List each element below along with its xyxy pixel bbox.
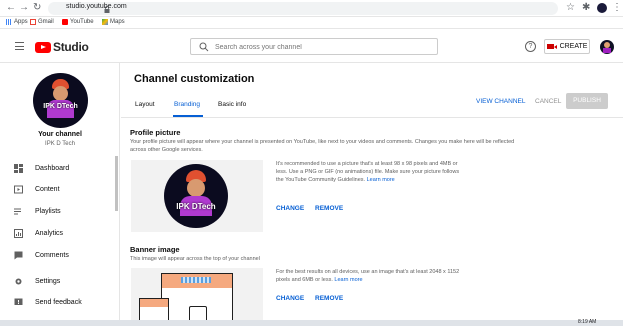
extension-icon[interactable]: ✱ bbox=[582, 2, 590, 13]
analytics-icon bbox=[14, 228, 23, 238]
apps-icon bbox=[6, 19, 12, 25]
address-bar[interactable]: studio.youtube.com bbox=[48, 2, 558, 15]
menu-dots-icon[interactable]: ⋮ bbox=[612, 2, 622, 13]
banner-image-title: Banner image bbox=[130, 245, 180, 254]
url-text: studio.youtube.com bbox=[66, 3, 127, 10]
tab-branding[interactable]: Branding bbox=[174, 101, 200, 108]
tabs-divider bbox=[121, 117, 623, 118]
banner-learn-more-link[interactable]: Learn more bbox=[334, 277, 362, 283]
bookmarks-bar: Apps Gmail YouTube Maps bbox=[0, 17, 623, 29]
profile-picture-preview: IPK DTech bbox=[131, 160, 263, 232]
channel-title: Your channel bbox=[38, 131, 82, 138]
sidebar-item-send-feedback[interactable]: Send feedback bbox=[0, 292, 115, 312]
banner-image-desc: This image will appear across the top of… bbox=[130, 256, 260, 262]
profile-remove-button[interactable]: REMOVE bbox=[315, 205, 343, 212]
youtube-icon bbox=[62, 19, 68, 25]
bookmark-apps[interactable]: Apps bbox=[6, 19, 28, 25]
studio-logo[interactable]: Studio bbox=[35, 40, 89, 54]
profile-picture-help: It's recommended to use a picture that's… bbox=[276, 161, 460, 183]
profile-picture-title: Profile picture bbox=[130, 128, 181, 137]
search-input[interactable] bbox=[215, 41, 430, 53]
gmail-icon bbox=[30, 19, 36, 25]
banner-change-button[interactable]: CHANGE bbox=[276, 295, 304, 302]
sidebar-item-playlists[interactable]: Playlists bbox=[0, 201, 115, 221]
sidebar-item-settings[interactable]: Settings bbox=[0, 271, 115, 291]
bookmark-maps[interactable]: Maps bbox=[102, 19, 125, 25]
channel-avatar[interactable]: IPK DTech bbox=[33, 73, 88, 128]
sidebar-item-comments[interactable]: Comments bbox=[0, 245, 115, 265]
studio-header: Studio ? CREATE bbox=[0, 30, 623, 63]
logo-text: Studio bbox=[53, 40, 89, 54]
profile-picture-text: IPK DTech bbox=[176, 202, 216, 211]
view-channel-button[interactable]: VIEW CHANNEL bbox=[476, 98, 525, 105]
page-title: Channel customization bbox=[134, 73, 255, 85]
create-label: CREATE bbox=[559, 43, 588, 50]
sidebar-item-content[interactable]: Content bbox=[0, 179, 115, 199]
maps-icon bbox=[102, 19, 108, 25]
reload-icon[interactable]: ↻ bbox=[33, 2, 41, 13]
hamburger-menu-icon[interactable] bbox=[15, 42, 24, 50]
profile-icon[interactable] bbox=[597, 3, 607, 13]
banner-image-help: For the best results on all devices, use… bbox=[276, 269, 460, 283]
publish-button[interactable]: PUBLISH bbox=[566, 93, 608, 109]
gear-icon bbox=[15, 278, 22, 284]
forward-icon[interactable]: → bbox=[19, 2, 29, 13]
playlists-icon bbox=[14, 208, 21, 214]
feedback-icon bbox=[14, 298, 23, 305]
dashboard-icon bbox=[14, 163, 23, 173]
star-icon[interactable]: ☆ bbox=[566, 2, 575, 13]
sidebar-item-dashboard[interactable]: Dashboard bbox=[0, 158, 115, 178]
youtube-logo-icon bbox=[35, 41, 51, 53]
bookmark-youtube[interactable]: YouTube bbox=[62, 19, 94, 25]
search-box[interactable] bbox=[190, 38, 438, 55]
banner-image-preview bbox=[131, 268, 263, 326]
profile-picture-image: IPK DTech bbox=[164, 164, 228, 228]
comments-icon bbox=[14, 251, 23, 259]
os-taskbar bbox=[0, 320, 623, 326]
help-icon[interactable]: ? bbox=[525, 41, 536, 52]
camera-icon bbox=[546, 44, 557, 49]
sidebar-item-analytics[interactable]: Analytics bbox=[0, 223, 115, 243]
taskbar-clock: 8:19 AM bbox=[578, 319, 597, 325]
search-icon bbox=[199, 42, 209, 52]
cancel-button[interactable]: CANCEL bbox=[535, 98, 561, 105]
create-button[interactable]: CREATE bbox=[544, 39, 590, 54]
browser-toolbar: ← → ↻ studio.youtube.com ☆ ✱ ⋮ bbox=[0, 0, 623, 17]
channel-name: IPK D Tech bbox=[45, 141, 75, 147]
tab-layout[interactable]: Layout bbox=[135, 101, 155, 108]
back-icon[interactable]: ← bbox=[6, 2, 16, 13]
sidebar-scrollbar[interactable] bbox=[115, 156, 118, 211]
content-icon bbox=[14, 185, 23, 193]
main-content: Channel customization Layout Branding Ba… bbox=[121, 63, 623, 326]
tab-basic-info[interactable]: Basic info bbox=[218, 101, 246, 108]
banner-remove-button[interactable]: REMOVE bbox=[315, 295, 343, 302]
bookmark-gmail[interactable]: Gmail bbox=[30, 19, 54, 25]
account-avatar[interactable] bbox=[600, 40, 614, 54]
profile-picture-desc: Your profile picture will appear where y… bbox=[130, 139, 515, 153]
avatar-text: IPK DTech bbox=[43, 103, 78, 110]
sidebar: IPK DTech Your channel IPK D Tech Dashbo… bbox=[0, 63, 120, 326]
profile-change-button[interactable]: CHANGE bbox=[276, 205, 304, 212]
profile-learn-more-link[interactable]: Learn more bbox=[367, 177, 395, 183]
